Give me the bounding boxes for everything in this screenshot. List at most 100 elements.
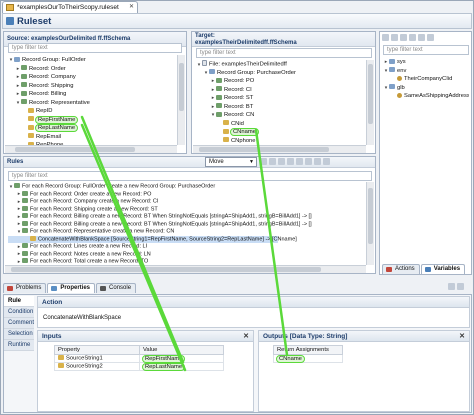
field-icon [28, 133, 34, 138]
add-rule-icon[interactable] [260, 158, 267, 165]
rule-item[interactable]: ConcatenateWithBlankSpace [SourceString1… [8, 235, 297, 243]
properties-section-comment[interactable]: Comment [4, 318, 34, 329]
view-menu-icon[interactable] [323, 158, 330, 165]
input-property-cell: SourceString1 [54, 354, 140, 363]
close-outputs-icon[interactable]: ✕ [459, 332, 465, 340]
target-item-cnphone[interactable]: CNphone [196, 137, 364, 146]
rule-item[interactable]: ▸ For each Record: Company create a new R… [8, 198, 363, 206]
view-menu-icon[interactable] [427, 34, 434, 41]
rule-item[interactable]: ▸ For each Record: Lines create a new Rec… [8, 243, 363, 251]
rule-icon [22, 213, 28, 218]
tab-problems[interactable]: Problems [3, 283, 47, 293]
target-item-record-bt[interactable]: ▸ Record: BT [196, 103, 364, 112]
source-item-label: Record: Order [29, 65, 66, 72]
table-row[interactable]: SourceString1 RepFirstName [54, 354, 224, 363]
input-value-cell[interactable]: RepFirstName [139, 354, 224, 363]
variable-item-theircompanyciid[interactable]: TheirCompanyCIid [383, 75, 469, 84]
collapse-all-icon[interactable] [305, 158, 312, 165]
target-item-record-st[interactable]: ▸ Record: ST [196, 94, 364, 103]
properties-section-runtime[interactable]: Runtime [4, 340, 34, 351]
target-item-cnname[interactable]: CNname [196, 128, 364, 137]
source-item-record-billing[interactable]: ▸ Record: Billing [8, 90, 176, 99]
record-icon [216, 77, 222, 83]
source-item-record-group-fullorder[interactable]: ▾ Record Group: FullOrder [8, 56, 176, 65]
tab-console[interactable]: Console [96, 283, 137, 293]
edit-variable-icon[interactable] [400, 34, 407, 41]
target-item-cnid[interactable]: CNid [196, 120, 364, 129]
tab-variables[interactable]: Variables [420, 264, 466, 274]
input-value-cell[interactable]: RepLastName [139, 362, 224, 371]
source-item-record-order[interactable]: ▸ Record: Order [8, 65, 176, 74]
target-item-record-po[interactable]: ▸ Record: PO [196, 77, 364, 86]
rules-filter-input[interactable]: type filter text [8, 171, 372, 181]
move-dropdown[interactable]: Move ▼ [205, 157, 257, 167]
target-scrollbar-vertical[interactable] [366, 60, 374, 145]
rule-item[interactable]: ▸ For each Record: Billing create a new R… [8, 220, 363, 229]
ruleset-file-icon [6, 4, 14, 11]
variable-item-env[interactable]: ▾ env [383, 67, 469, 76]
tab-actions[interactable]: Actions [382, 264, 420, 274]
move-up-icon[interactable] [269, 158, 276, 165]
view-controls [448, 283, 472, 293]
remove-variable-icon[interactable] [391, 34, 398, 41]
expand-all-icon[interactable] [296, 158, 303, 165]
source-item-repfirstname[interactable]: RepFirstName [8, 115, 176, 125]
source-item-record-representative[interactable]: ▾ Record: Representative [8, 99, 176, 108]
source-item-record-company[interactable]: ▸ Record: Company [8, 73, 176, 82]
target-filter-input[interactable]: type filter text [196, 48, 372, 58]
rules-scrollbar-horizontal[interactable] [5, 265, 366, 273]
maximize-icon[interactable] [457, 283, 464, 290]
target-item-record-cn[interactable]: ▾ Record: CN [196, 111, 364, 120]
target-item-label: Record: CN [224, 112, 255, 118]
minimize-icon[interactable] [448, 283, 455, 290]
variables-filter-input[interactable]: type filter text [383, 45, 469, 55]
variable-item-label: TheirCompanyCIid [404, 76, 453, 82]
properties-section-rule[interactable]: Rule [4, 296, 34, 307]
rule-icon [22, 198, 28, 203]
rule-item[interactable]: ▸ For each Record: Order create a new Rec… [8, 190, 363, 199]
properties-section-selection[interactable]: Selection [4, 329, 34, 340]
source-item-repid[interactable]: RepID [8, 107, 176, 116]
table-row[interactable]: SourceString2 RepLastName [54, 362, 224, 371]
editor-tab[interactable]: *examplesOurToTheirScopy.ruleset ✕ [2, 1, 138, 13]
variable-item-sameasshippingaddress[interactable]: SameAsShippingAddress [383, 92, 469, 101]
rule-item[interactable]: ▸ For each Record: Notes create a new Rec… [8, 250, 363, 259]
rule-icon [22, 205, 28, 211]
add-variable-icon[interactable] [382, 34, 389, 41]
outputs-title: Outputs [Data Type: String] [259, 331, 469, 342]
filter-icon[interactable] [314, 158, 321, 165]
field-icon [28, 116, 34, 121]
variable-item-sys[interactable]: ▸ sys [383, 58, 469, 67]
rule-item[interactable]: ▸ For each Record: Shipping create a new … [8, 205, 363, 214]
source-item-label: RepFirstName [34, 115, 79, 124]
rule-item[interactable]: ▸ For each Record: Billing create a new R… [8, 213, 363, 221]
table-row[interactable]: CNname [273, 354, 343, 363]
close-icon[interactable]: ✕ [129, 2, 134, 13]
source-scrollbar-vertical[interactable] [177, 55, 185, 145]
properties-section-condition[interactable]: Condition [4, 307, 34, 318]
target-item-file-examplestheirdelimitedff[interactable]: ▾ File: examplesTheirDelimitedff [196, 60, 364, 69]
source-filter-input[interactable]: type filter text [8, 43, 182, 53]
source-scrollbar-horizontal[interactable] [5, 145, 177, 153]
target-item-record-ci[interactable]: ▸ Record: CI [196, 86, 364, 95]
return-assignment-cell[interactable]: CNname [273, 354, 343, 363]
rule-item[interactable]: ▾ For each Record Group: FullOrder create… [8, 183, 363, 191]
source-item-repemail[interactable]: RepEmail [8, 133, 176, 142]
target-scrollbar-horizontal[interactable] [193, 145, 366, 153]
input-property-label: SourceString1 [66, 355, 103, 362]
source-item-label: Record: Representative [29, 99, 90, 106]
source-item-label: RepEmail [36, 133, 62, 140]
delete-rule-icon[interactable] [287, 158, 294, 165]
source-item-record-shipping[interactable]: ▸ Record: Shipping [8, 82, 176, 91]
rule-item[interactable]: ▾ For each Record: Representative create … [8, 228, 363, 236]
move-down-icon[interactable] [278, 158, 285, 165]
tab-properties[interactable]: Properties [47, 283, 96, 293]
target-item-record-group-purchaseorder[interactable]: ▾ Record Group: PurchaseOrder [196, 69, 364, 78]
rules-scrollbar-vertical[interactable] [366, 182, 374, 265]
refresh-icon[interactable] [409, 34, 416, 41]
close-inputs-icon[interactable]: ✕ [243, 332, 249, 340]
source-item-replastname[interactable]: RepLastName [8, 124, 176, 133]
group-icon [14, 56, 20, 62]
variable-item-glb[interactable]: ▾ glb [383, 84, 469, 93]
collapse-all-icon[interactable] [418, 34, 425, 41]
